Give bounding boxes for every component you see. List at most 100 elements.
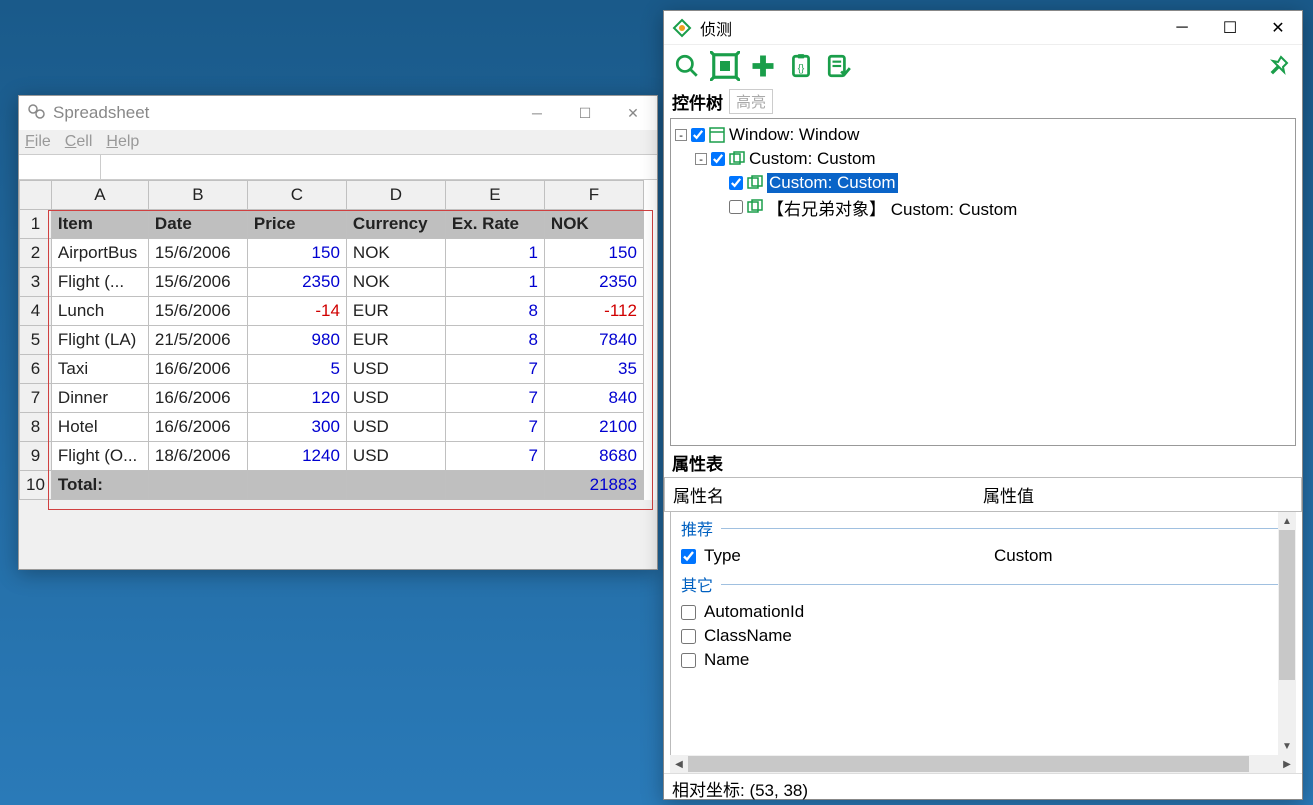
scroll-thumb[interactable] [688, 756, 1249, 772]
close-button[interactable]: ✕ [1254, 11, 1302, 45]
cell[interactable]: 8 [445, 297, 544, 326]
prop-row-classname[interactable]: ClassName [671, 624, 1296, 648]
row-header-4[interactable]: 4 [20, 297, 52, 326]
cell[interactable]: 16/6/2006 [148, 384, 247, 413]
row-header-6[interactable]: 6 [20, 355, 52, 384]
cell[interactable]: 300 [247, 413, 346, 442]
target-icon[interactable] [708, 49, 742, 83]
spreadsheet-titlebar[interactable]: Spreadsheet ─ ☐ ✕ [19, 96, 657, 130]
prop-row-automationid[interactable]: AutomationId [671, 600, 1296, 624]
cell[interactable]: Item [51, 210, 148, 239]
props-header-name[interactable]: 属性名 [665, 478, 975, 511]
clipboard-icon[interactable]: {} [784, 49, 818, 83]
select-all-corner[interactable] [20, 181, 52, 210]
col-header-f[interactable]: F [544, 181, 643, 210]
row-header-8[interactable]: 8 [20, 413, 52, 442]
inspector-titlebar[interactable]: 侦测 ─ ☐ ✕ [664, 11, 1302, 45]
props-header-value[interactable]: 属性值 [975, 478, 1301, 511]
cell[interactable]: -112 [544, 297, 643, 326]
row-header-7[interactable]: 7 [20, 384, 52, 413]
spreadsheet-table[interactable]: A B C D E F 1 Item Date Price Currency E… [19, 180, 644, 500]
minimize-button[interactable]: ─ [513, 96, 561, 130]
cell[interactable]: Lunch [51, 297, 148, 326]
scroll-left-icon[interactable]: ◀ [670, 755, 688, 773]
cell[interactable]: 8 [445, 326, 544, 355]
cell[interactable] [346, 471, 445, 500]
row-header-10[interactable]: 10 [20, 471, 52, 500]
cell[interactable]: USD [346, 413, 445, 442]
scroll-down-icon[interactable]: ▼ [1278, 737, 1296, 755]
cell[interactable]: Date [148, 210, 247, 239]
cell[interactable]: Total: [51, 471, 148, 500]
row-header-3[interactable]: 3 [20, 268, 52, 297]
row-header-2[interactable]: 2 [20, 239, 52, 268]
col-header-e[interactable]: E [445, 181, 544, 210]
prop-checkbox[interactable] [681, 629, 696, 644]
cell[interactable]: Taxi [51, 355, 148, 384]
prop-row-type[interactable]: Type Custom [671, 544, 1296, 568]
col-header-b[interactable]: B [148, 181, 247, 210]
cell[interactable]: Dinner [51, 384, 148, 413]
cell[interactable]: Flight (LA) [51, 326, 148, 355]
pin-icon[interactable] [1262, 49, 1296, 83]
cell[interactable]: 21883 [544, 471, 643, 500]
tree-checkbox[interactable] [729, 200, 743, 214]
row-header-1[interactable]: 1 [20, 210, 52, 239]
col-header-d[interactable]: D [346, 181, 445, 210]
cell[interactable]: 18/6/2006 [148, 442, 247, 471]
cell[interactable] [247, 471, 346, 500]
cell[interactable]: EUR [346, 326, 445, 355]
cell[interactable]: 2350 [544, 268, 643, 297]
tree-node-selected[interactable]: Custom: Custom [675, 171, 1291, 195]
close-button[interactable]: ✕ [609, 96, 657, 130]
cell[interactable]: 5 [247, 355, 346, 384]
props-group-recommended[interactable]: 推荐 [671, 512, 1296, 544]
menu-cell[interactable]: Cell [65, 133, 93, 151]
cell[interactable]: 1240 [247, 442, 346, 471]
cell[interactable]: 150 [247, 239, 346, 268]
cell[interactable]: 7 [445, 413, 544, 442]
collapse-icon[interactable]: - [695, 153, 707, 165]
cell[interactable]: 15/6/2006 [148, 239, 247, 268]
cell[interactable]: Hotel [51, 413, 148, 442]
add-icon[interactable] [746, 49, 780, 83]
prop-checkbox[interactable] [681, 653, 696, 668]
cell[interactable]: 1 [445, 268, 544, 297]
prop-checkbox[interactable] [681, 605, 696, 620]
cell[interactable]: USD [346, 384, 445, 413]
control-tree[interactable]: - Window: Window - Custom: Custom Custom… [670, 118, 1296, 446]
row-header-9[interactable]: 9 [20, 442, 52, 471]
cell[interactable]: Price [247, 210, 346, 239]
cell[interactable]: EUR [346, 297, 445, 326]
cell[interactable]: 16/6/2006 [148, 355, 247, 384]
cell[interactable]: 15/6/2006 [148, 268, 247, 297]
cell[interactable]: 21/5/2006 [148, 326, 247, 355]
cell[interactable]: 8680 [544, 442, 643, 471]
cell[interactable]: 120 [247, 384, 346, 413]
collapse-icon[interactable]: - [675, 129, 687, 141]
vertical-scrollbar[interactable]: ▲ ▼ [1278, 512, 1296, 755]
cell[interactable]: 15/6/2006 [148, 297, 247, 326]
horizontal-scrollbar[interactable]: ◀ ▶ [670, 755, 1296, 773]
cell[interactable]: NOK [544, 210, 643, 239]
cell[interactable]: 2350 [247, 268, 346, 297]
menu-help[interactable]: Help [106, 133, 139, 151]
tree-checkbox[interactable] [691, 128, 705, 142]
cell[interactable]: Ex. Rate [445, 210, 544, 239]
cell[interactable]: USD [346, 442, 445, 471]
cell[interactable]: -14 [247, 297, 346, 326]
search-icon[interactable] [670, 49, 704, 83]
cell[interactable]: 7 [445, 442, 544, 471]
cell[interactable]: 7 [445, 355, 544, 384]
tree-checkbox[interactable] [711, 152, 725, 166]
scroll-up-icon[interactable]: ▲ [1278, 512, 1296, 530]
cell[interactable]: 1 [445, 239, 544, 268]
cell[interactable]: 7840 [544, 326, 643, 355]
cell[interactable]: 2100 [544, 413, 643, 442]
cell[interactable] [445, 471, 544, 500]
cell[interactable]: Currency [346, 210, 445, 239]
cell[interactable]: Flight (O... [51, 442, 148, 471]
tree-checkbox[interactable] [729, 176, 743, 190]
cell[interactable]: USD [346, 355, 445, 384]
cell[interactable]: NOK [346, 268, 445, 297]
